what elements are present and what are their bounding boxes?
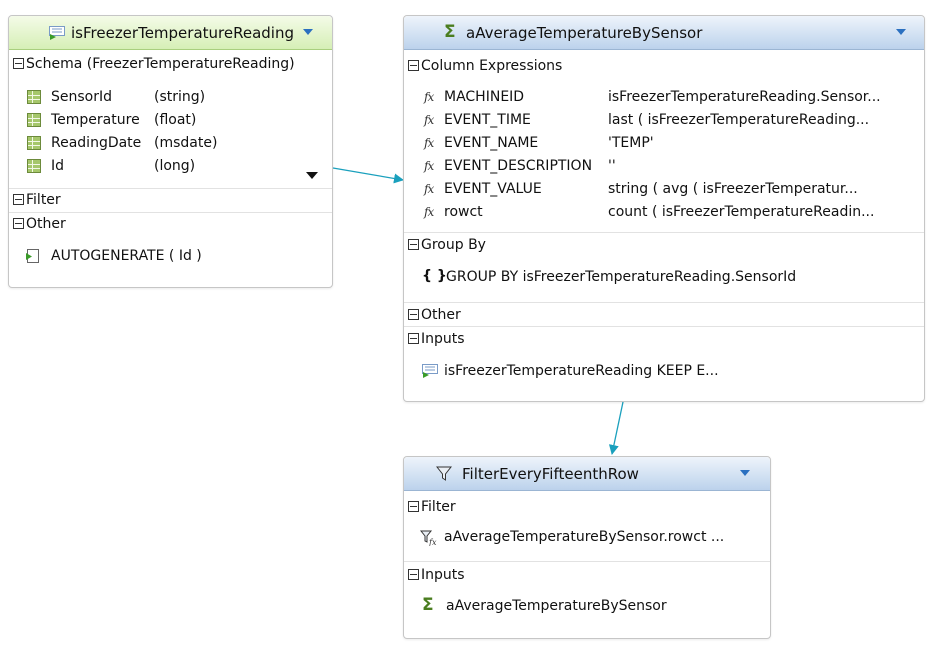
function-icon: fx bbox=[424, 136, 434, 150]
column-expression: '' bbox=[608, 158, 616, 174]
field-type: (string) bbox=[154, 89, 206, 105]
collapse-icon[interactable] bbox=[408, 59, 419, 71]
schema-section-header[interactable]: Schema (FreezerTemperatureReading) bbox=[13, 54, 295, 74]
node-aaveragetemperaturebysensor[interactable]: Σ aAverageTemperatureBySensor Column Exp… bbox=[403, 15, 925, 402]
column-expression: string ( avg ( isFreezerTemperatur... bbox=[608, 181, 858, 197]
field-type: (long) bbox=[154, 158, 196, 174]
group-by-item[interactable]: GROUP BY isFreezerTemperatureReading.Sen… bbox=[446, 267, 796, 287]
divider bbox=[9, 188, 332, 189]
input-item[interactable]: isFreezerTemperatureReading KEEP E... bbox=[444, 361, 719, 381]
field-name: ReadingDate bbox=[51, 135, 142, 151]
autogenerate-icon bbox=[26, 249, 39, 263]
divider bbox=[404, 326, 924, 327]
collapse-icon[interactable] bbox=[408, 332, 419, 344]
braces-icon: { } bbox=[422, 268, 447, 284]
function-icon: fx bbox=[424, 113, 434, 127]
field-type: (msdate) bbox=[154, 135, 218, 151]
function-icon: fx bbox=[424, 205, 434, 219]
dropdown-arrow-icon[interactable] bbox=[896, 29, 906, 35]
collapse-icon[interactable] bbox=[13, 57, 24, 69]
stream-icon bbox=[49, 26, 65, 40]
node-title: FilterEveryFifteenthRow bbox=[462, 465, 639, 483]
filter-section-header[interactable]: Filter bbox=[13, 190, 61, 210]
divider bbox=[404, 302, 924, 303]
filter-item[interactable]: aAverageTemperatureBySensor.rowct ... bbox=[444, 527, 724, 547]
connector-aggregate-to-filter[interactable] bbox=[608, 401, 624, 455]
column-name: EVENT_VALUE bbox=[444, 181, 542, 197]
column-expression: last ( isFreezerTemperatureReading... bbox=[608, 112, 870, 128]
column-name: EVENT_TIME bbox=[444, 112, 531, 128]
autogenerate-item[interactable]: AUTOGENERATE ( Id ) bbox=[51, 246, 202, 266]
node-isfreezertemperaturereading[interactable]: isFreezerTemperatureReading Schema (Free… bbox=[8, 15, 333, 288]
field-name: Temperature bbox=[51, 112, 140, 128]
function-icon: fx bbox=[424, 90, 434, 104]
scroll-down-icon[interactable] bbox=[306, 172, 318, 179]
dropdown-arrow-icon[interactable] bbox=[740, 470, 750, 476]
connector-stream-to-aggregate[interactable] bbox=[332, 167, 404, 184]
column-name: EVENT_DESCRIPTION bbox=[444, 158, 593, 174]
filter-expression-icon: fx bbox=[420, 530, 437, 546]
column-expression: count ( isFreezerTemperatureReadin... bbox=[608, 204, 875, 220]
sigma-icon: Σ bbox=[422, 595, 434, 615]
field-icon bbox=[27, 136, 41, 150]
stream-icon bbox=[422, 364, 438, 378]
divider bbox=[9, 212, 332, 213]
column-name: EVENT_NAME bbox=[444, 135, 539, 151]
collapse-icon[interactable] bbox=[408, 500, 419, 512]
collapse-icon[interactable] bbox=[13, 193, 24, 205]
function-icon: fx bbox=[424, 182, 434, 196]
column-expression: isFreezerTemperatureReading.Sensor... bbox=[608, 89, 881, 105]
column-expressions-section-header[interactable]: Column Expressions bbox=[408, 56, 562, 76]
field-icon bbox=[27, 113, 41, 127]
node-header[interactable]: FilterEveryFifteenthRow bbox=[404, 457, 770, 491]
collapse-icon[interactable] bbox=[408, 308, 419, 320]
divider bbox=[404, 232, 924, 233]
funnel-icon bbox=[436, 466, 452, 481]
column-expression: 'TEMP' bbox=[608, 135, 654, 151]
dropdown-arrow-icon[interactable] bbox=[303, 29, 313, 35]
input-item[interactable]: aAverageTemperatureBySensor bbox=[446, 596, 667, 616]
node-title: isFreezerTemperatureReading bbox=[71, 24, 294, 42]
node-header[interactable]: Σ aAverageTemperatureBySensor bbox=[404, 16, 924, 50]
inputs-section-header[interactable]: Inputs bbox=[408, 329, 465, 349]
field-icon bbox=[27, 90, 41, 104]
svg-text:fx: fx bbox=[428, 538, 437, 546]
inputs-section-header[interactable]: Inputs bbox=[408, 565, 465, 585]
other-section-header[interactable]: Other bbox=[13, 214, 66, 234]
filter-section-header[interactable]: Filter bbox=[408, 497, 456, 517]
group-by-section-header[interactable]: Group By bbox=[408, 235, 486, 255]
column-name: rowct bbox=[444, 204, 483, 220]
field-name: Id bbox=[51, 158, 65, 174]
collapse-icon[interactable] bbox=[408, 568, 419, 580]
collapse-icon[interactable] bbox=[408, 238, 419, 250]
node-filtereveryfifteenthrow[interactable]: FilterEveryFifteenthRow Filter fx aAvera… bbox=[403, 456, 771, 639]
field-icon bbox=[27, 159, 41, 173]
sigma-icon: Σ bbox=[444, 22, 456, 42]
divider bbox=[404, 561, 770, 562]
node-header[interactable]: isFreezerTemperatureReading bbox=[9, 16, 332, 50]
node-title: aAverageTemperatureBySensor bbox=[466, 24, 703, 42]
other-section-header[interactable]: Other bbox=[408, 305, 461, 325]
function-icon: fx bbox=[424, 159, 434, 173]
field-name: SensorId bbox=[51, 89, 113, 105]
collapse-icon[interactable] bbox=[13, 217, 24, 229]
field-type: (float) bbox=[154, 112, 197, 128]
column-name: MACHINEID bbox=[444, 89, 525, 105]
